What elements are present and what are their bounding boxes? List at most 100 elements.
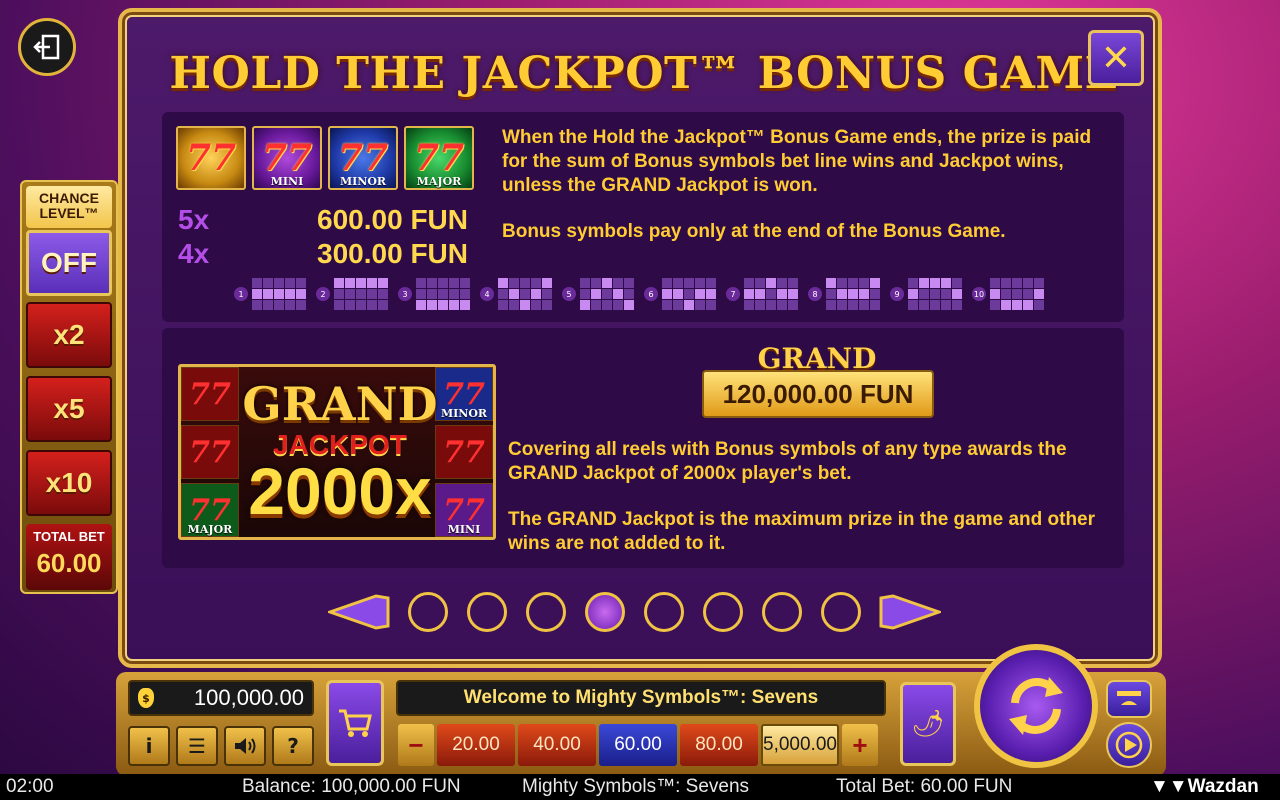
payline-cell	[706, 289, 716, 299]
symbol-label: MINI	[270, 175, 304, 188]
payline-cell	[580, 300, 590, 310]
close-button[interactable]: ✕	[1088, 30, 1144, 86]
page-dot[interactable]	[467, 592, 507, 632]
payline-cell	[591, 300, 601, 310]
art-multiplier-text: 2000x	[248, 454, 432, 528]
menu-button[interactable]: ☰	[176, 726, 218, 766]
payline-cell	[613, 278, 623, 288]
autoplay-button[interactable]	[1106, 722, 1152, 768]
payline-cell	[673, 278, 683, 288]
payline-cell	[1034, 278, 1044, 288]
next-page-arrow-icon[interactable]	[879, 594, 941, 630]
page-dot[interactable]	[408, 592, 448, 632]
payline-cell	[624, 278, 634, 288]
payline-cell	[542, 289, 552, 299]
payline-cell	[930, 300, 940, 310]
exit-button[interactable]	[18, 18, 76, 76]
payline-cell	[531, 300, 541, 310]
bonus-end-text: When the Hold the Jackpot™ Bonus Game en…	[502, 127, 1092, 196]
bet-decrease-button[interactable]: −	[398, 724, 434, 766]
page-dot[interactable]	[703, 592, 743, 632]
payline-cell	[941, 278, 951, 288]
payline-cell	[580, 289, 590, 299]
payline-cell	[788, 278, 798, 288]
payline-7: 7	[726, 278, 798, 310]
payline-1: 1	[234, 278, 306, 310]
paytable-panel: HOLD THE JACKPOT™ BONUS GAME ✕ 77 77 MINI…	[118, 8, 1162, 668]
pay-value: 300.00 FUN	[317, 238, 468, 269]
payline-number: 2	[316, 287, 330, 301]
payline-grid	[580, 278, 634, 310]
spin-button[interactable]	[974, 644, 1098, 768]
turbo-button[interactable]	[1106, 680, 1152, 718]
payline-cell	[837, 300, 847, 310]
payline-cell	[1034, 289, 1044, 299]
buy-feature-button[interactable]	[326, 680, 384, 766]
pay-value: 600.00 FUN	[317, 204, 468, 235]
payline-grid	[334, 278, 388, 310]
payline-cell	[662, 300, 672, 310]
bet-selector: − 20.00 40.00 60.00 80.00 5,000.00 +	[398, 724, 878, 766]
bet-option[interactable]: 20.00	[437, 724, 515, 766]
info-button[interactable]: i	[128, 726, 170, 766]
bet-option[interactable]: 80.00	[680, 724, 758, 766]
payline-cell	[498, 300, 508, 310]
payline-number: 1	[234, 287, 248, 301]
sound-button[interactable]	[224, 726, 266, 766]
help-button[interactable]: ?	[272, 726, 314, 766]
payline-cell	[285, 278, 295, 288]
payline-cell	[367, 278, 377, 288]
page-dot[interactable]	[821, 592, 861, 632]
payline-cell	[520, 300, 530, 310]
payline-cell	[613, 289, 623, 299]
payline-cell	[1023, 300, 1033, 310]
payline-cell	[449, 289, 459, 299]
payline-number: 6	[644, 287, 658, 301]
payline-cell	[602, 278, 612, 288]
payline-cell	[460, 278, 470, 288]
payline-5: 5	[562, 278, 634, 310]
payline-cell	[345, 300, 355, 310]
status-total-bet: Total Bet: 60.00 FUN	[836, 776, 1013, 797]
page-dot[interactable]	[526, 592, 566, 632]
chance-off-button[interactable]: OFF	[26, 230, 112, 296]
payline-cell	[695, 300, 705, 310]
bet-increase-button[interactable]: +	[842, 724, 878, 766]
payline-cell	[460, 300, 470, 310]
page-navigation	[328, 592, 941, 632]
payline-cell	[777, 278, 787, 288]
balance-display: $ 100,000.00	[128, 680, 314, 716]
art-grand-text: GRAND	[242, 377, 438, 431]
seven-minor-symbol: 77 MINOR	[328, 126, 398, 190]
page-dot[interactable]	[762, 592, 802, 632]
payline-cell	[416, 300, 426, 310]
payline-cell	[744, 278, 754, 288]
payline-cell	[990, 278, 1000, 288]
payline-cell	[509, 278, 519, 288]
payline-cell	[613, 300, 623, 310]
payline-cell	[990, 289, 1000, 299]
pay-row: 4x 300.00 FUN	[178, 238, 468, 270]
page-dot[interactable]	[585, 592, 625, 632]
volatility-button[interactable]: 🌶	[900, 682, 956, 766]
chance-x10-button[interactable]: x10	[26, 450, 112, 516]
payline-cell	[1001, 289, 1011, 299]
payline-cell	[580, 278, 590, 288]
payline-cell	[263, 289, 273, 299]
prev-page-arrow-icon[interactable]	[328, 594, 390, 630]
bet-option-max[interactable]: 5,000.00	[761, 724, 839, 766]
total-bet-value: 60.00	[36, 548, 102, 578]
chili-icon: 🌶	[911, 709, 945, 739]
payline-cell	[859, 300, 869, 310]
chance-x5-button[interactable]: x5	[26, 376, 112, 442]
bet-option[interactable]: 40.00	[518, 724, 596, 766]
bet-option-selected[interactable]: 60.00	[599, 724, 677, 766]
payline-cell	[520, 278, 530, 288]
payline-cell	[777, 289, 787, 299]
page-dot[interactable]	[644, 592, 684, 632]
payline-cell	[356, 289, 366, 299]
payline-cell	[416, 289, 426, 299]
chance-x2-button[interactable]: x2	[26, 302, 112, 368]
grand-jackpot-artwork: 77 77 77 MAJOR 77 MINOR 77 77 MINI GRAND JA…	[178, 364, 496, 540]
chance-level-panel: CHANCE LEVEL™ OFF x2 x5 x10 TOTAL BET 60…	[20, 180, 118, 594]
